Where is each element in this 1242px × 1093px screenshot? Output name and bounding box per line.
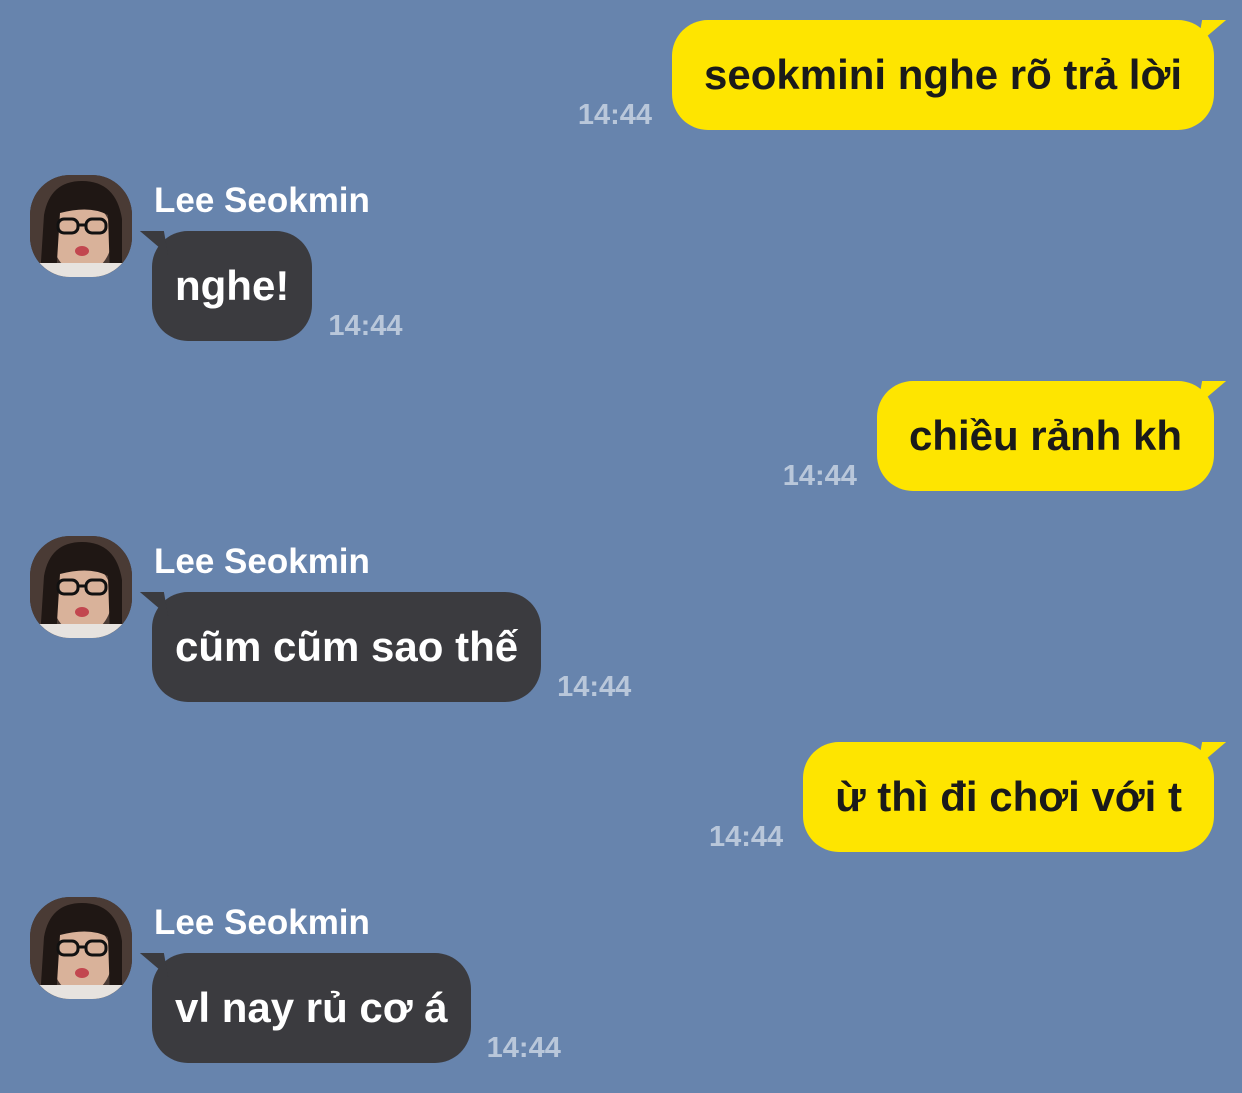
message-row: cũm cũm sao thế 14:44	[152, 592, 631, 702]
message-timestamp: 14:44	[328, 310, 403, 342]
message-bubble-outgoing[interactable]: ừ thì đi chơi với t	[803, 742, 1214, 852]
contact-avatar[interactable]	[30, 536, 132, 638]
message-bubble-outgoing[interactable]: seokmini nghe rõ trả lời	[672, 20, 1214, 130]
sender-name: Lee Seokmin	[154, 903, 370, 942]
contact-avatar[interactable]	[30, 175, 132, 277]
sender-name: Lee Seokmin	[154, 181, 370, 220]
message-outgoing: 14:44 ừ thì đi chơi với t	[709, 742, 1214, 852]
message-bubble-incoming[interactable]: nghe!	[152, 231, 313, 341]
message-timestamp: 14:44	[782, 460, 857, 492]
message-row: nghe! 14:44	[152, 231, 402, 341]
message-incoming: Lee Seokmin nghe! 14:44	[30, 175, 1130, 345]
chat-message-list[interactable]: 14:44 seokmini nghe rõ trả lời Lee Seokm…	[0, 0, 1242, 1093]
sender-name: Lee Seokmin	[154, 542, 370, 581]
message-bubble-outgoing[interactable]: chiều rảnh kh	[876, 381, 1214, 491]
message-incoming: Lee Seokmin vl nay rủ cơ á 14:44	[30, 897, 1130, 1067]
message-outgoing: 14:44 seokmini nghe rõ trả lời	[578, 20, 1214, 130]
message-bubble-incoming[interactable]: cũm cũm sao thế	[152, 592, 542, 702]
message-timestamp: 14:44	[486, 1032, 561, 1064]
message-row: vl nay rủ cơ á 14:44	[152, 953, 561, 1063]
message-timestamp: 14:44	[577, 99, 653, 131]
profile-photo-icon	[30, 175, 132, 277]
message-timestamp: 14:44	[557, 671, 632, 703]
contact-avatar[interactable]	[30, 897, 132, 999]
profile-photo-icon	[30, 536, 132, 638]
profile-photo-icon	[30, 897, 132, 999]
message-outgoing: 14:44 chiều rảnh kh	[783, 381, 1214, 491]
message-bubble-incoming[interactable]: vl nay rủ cơ á	[152, 953, 471, 1063]
message-incoming: Lee Seokmin cũm cũm sao thế 14:44	[30, 536, 1130, 706]
message-timestamp: 14:44	[709, 821, 784, 853]
